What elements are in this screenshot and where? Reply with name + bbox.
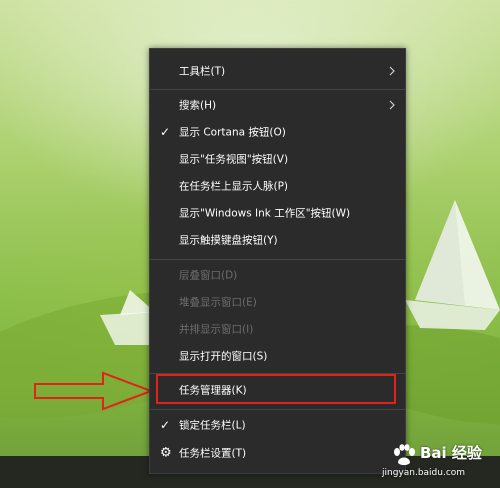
menu-separator — [150, 409, 405, 410]
menu-item-label: 在任务栏上显示人脉(P) — [179, 180, 289, 193]
menu-item-label: 并排显示窗口(I) — [179, 323, 254, 336]
chevron-right-icon — [389, 66, 395, 76]
gear-icon: ⚙ — [160, 445, 172, 461]
menu-item-lock-taskbar[interactable]: ✓ 锁定任务栏(L) — [150, 412, 405, 438]
chevron-right-icon — [389, 100, 395, 110]
menu-item-taskbar-settings[interactable]: ⚙ 任务栏设置(T) — [150, 440, 405, 466]
menu-item-label: 锁定任务栏(L) — [179, 419, 246, 432]
menu-item-label: 显示"Windows Ink 工作区"按钮(W) — [179, 207, 351, 220]
watermark-brand: Bai 经验 — [420, 444, 482, 462]
paper-boat-right — [405, 200, 500, 330]
menu-item-cascade-windows: 层叠窗口(D) — [150, 262, 405, 288]
menu-item-show-task-view[interactable]: 显示"任务视图"按钮(V) — [150, 146, 405, 172]
menu-item-search[interactable]: 搜索(H) — [150, 92, 405, 118]
menu-item-toolbars[interactable]: 工具栏(T) — [150, 58, 405, 84]
baidu-paw-icon — [394, 444, 415, 465]
menu-item-side-by-side-windows: 并排显示窗口(I) — [150, 316, 405, 342]
menu-item-show-open-windows[interactable]: 显示打开的窗口(S) — [150, 343, 405, 369]
red-pointer-arrow — [34, 371, 153, 411]
menu-item-label: 工具栏(T) — [179, 65, 226, 78]
menu-item-label: 搜索(H) — [179, 99, 217, 112]
watermark-url: jingyan.baidu.com — [382, 468, 466, 478]
menu-item-show-touch-keyboard[interactable]: 显示触摸键盘按钮(Y) — [150, 227, 405, 253]
menu-item-stack-windows: 堆叠显示窗口(E) — [150, 289, 405, 315]
menu-item-label: 显示打开的窗口(S) — [179, 350, 268, 363]
menu-separator — [150, 259, 405, 260]
task-manager-highlight — [156, 374, 396, 404]
checkmark-icon: ✓ — [160, 418, 171, 432]
menu-item-label: 显示触摸键盘按钮(Y) — [179, 234, 278, 247]
menu-item-label: 显示"任务视图"按钮(V) — [179, 153, 289, 166]
menu-item-label: 层叠窗口(D) — [179, 269, 238, 282]
menu-item-label: 堆叠显示窗口(E) — [179, 296, 257, 309]
menu-item-show-cortana[interactable]: ✓ 显示 Cortana 按钮(O) — [150, 119, 405, 145]
menu-item-label: 任务栏设置(T) — [179, 447, 247, 460]
menu-item-show-windows-ink[interactable]: 显示"Windows Ink 工作区"按钮(W) — [150, 200, 405, 226]
taskbar-context-menu: 工具栏(T) 搜索(H) ✓ 显示 Cortana 按钮(O) 显示"任务视图"… — [149, 48, 406, 474]
menu-separator — [150, 89, 405, 90]
menu-item-show-people[interactable]: 在任务栏上显示人脉(P) — [150, 173, 405, 199]
menu-item-label: 显示 Cortana 按钮(O) — [179, 126, 286, 139]
checkmark-icon: ✓ — [160, 125, 171, 139]
